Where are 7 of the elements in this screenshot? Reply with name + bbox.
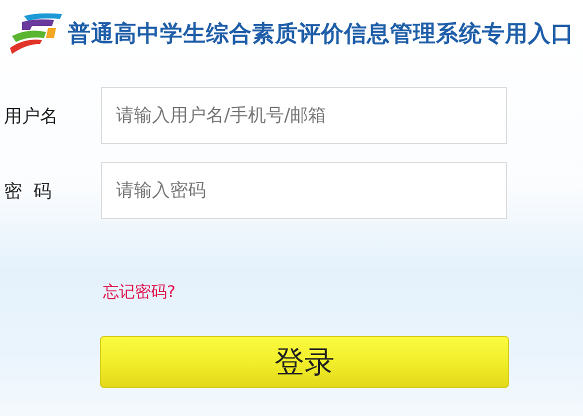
input-field[interactable]: 请输入用户名/手机号/邮箱 (101, 87, 507, 144)
input-field[interactable]: 请输入密码 (101, 162, 507, 219)
field-label: 用户名 (3, 104, 59, 128)
forgot-password-link[interactable]: 忘记密码? (103, 282, 176, 303)
system-title: 普通高中学生综合素质评价信息管理系统专用入口 (68, 20, 574, 48)
login-button[interactable]: 登录 (100, 336, 509, 388)
field-label: 密 码 (3, 180, 52, 202)
